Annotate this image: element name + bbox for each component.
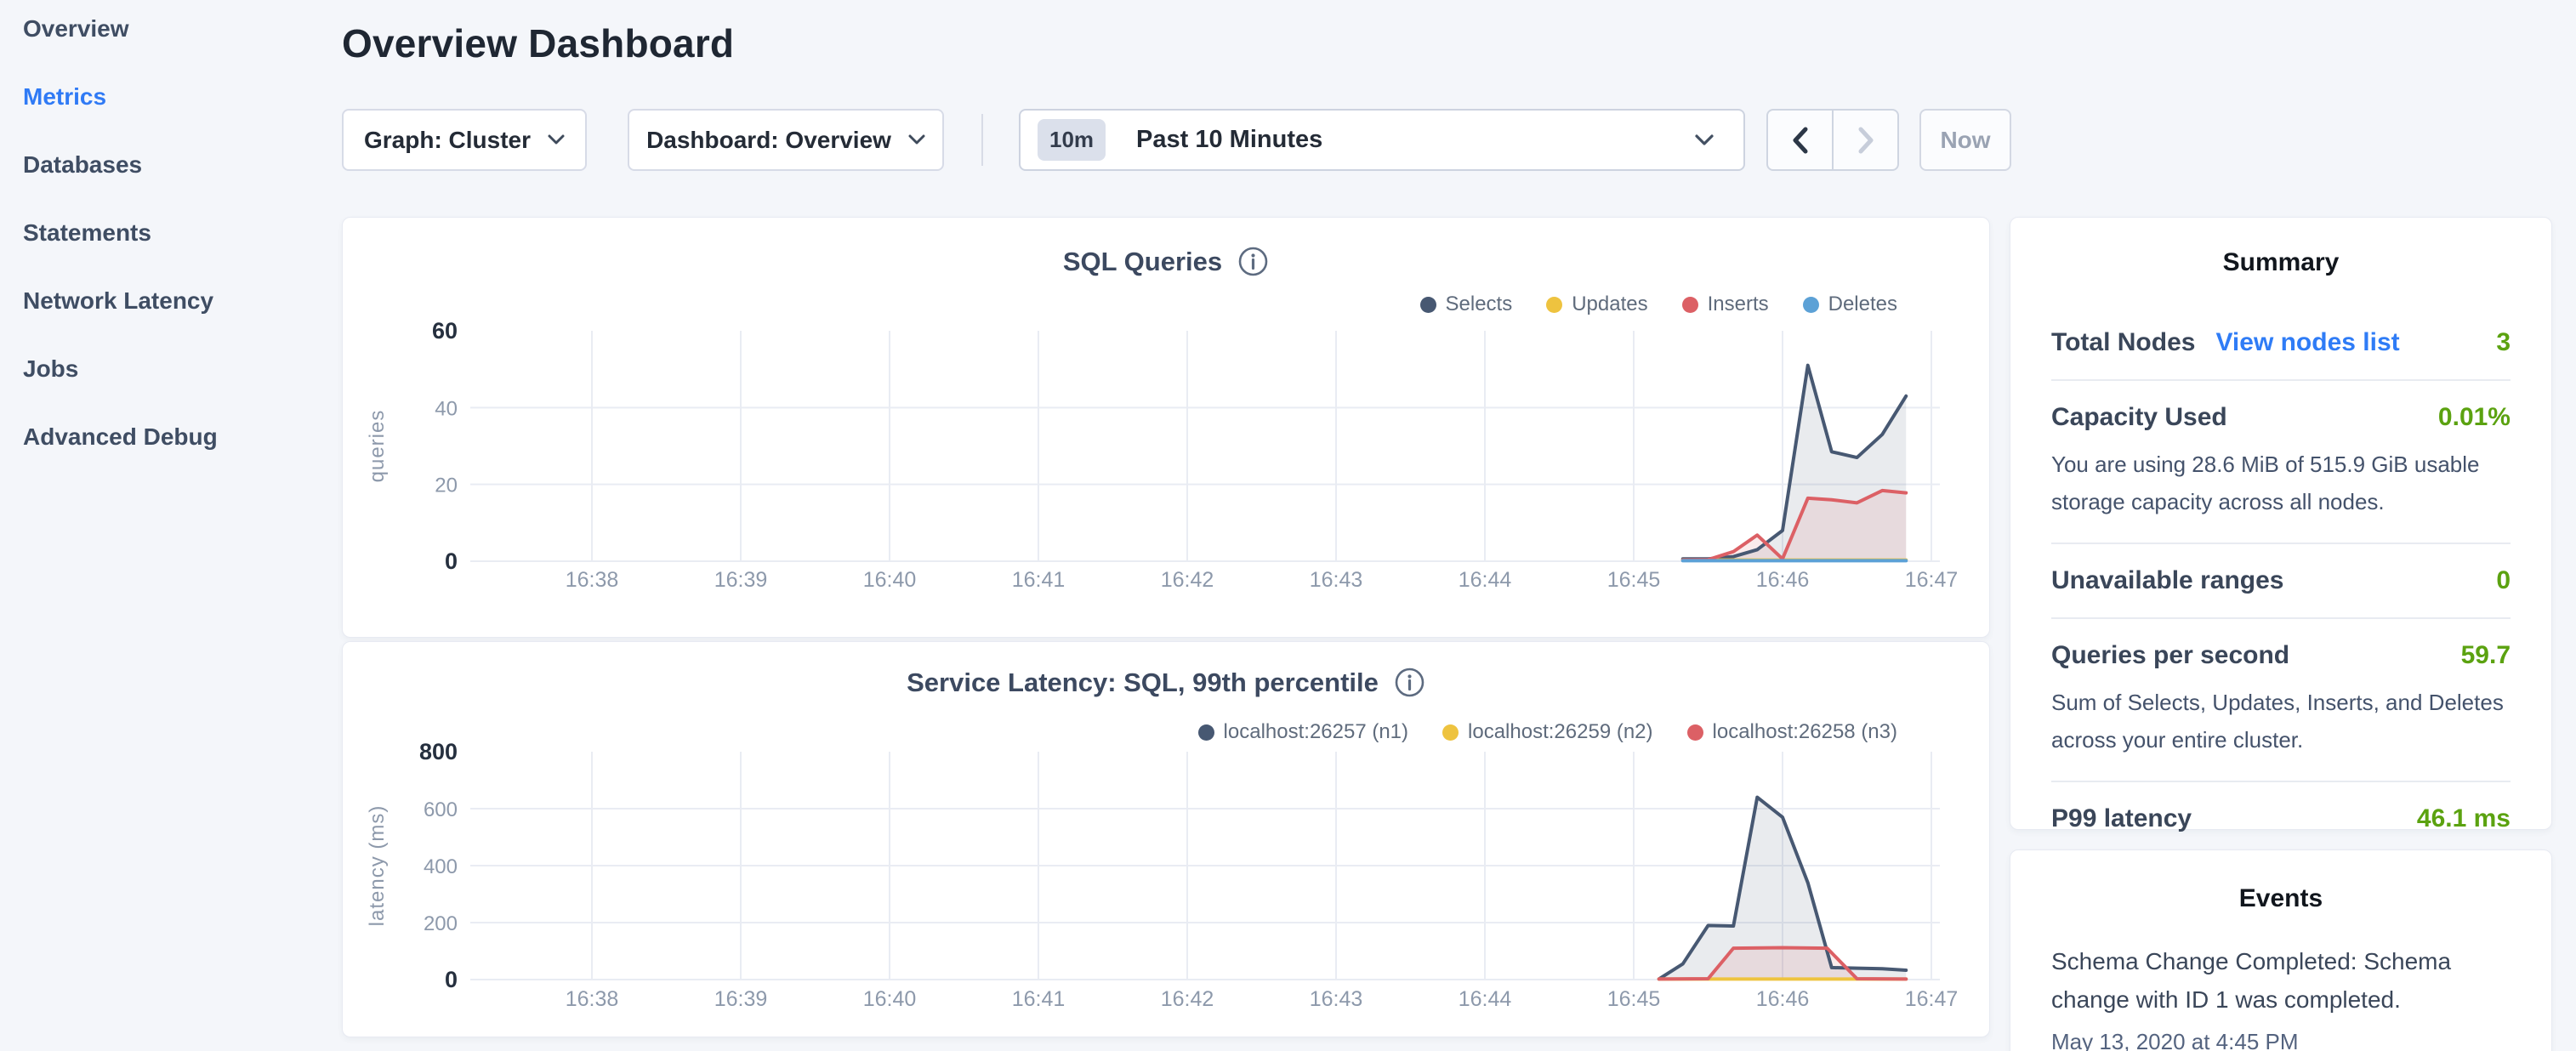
events-panel: Events Schema Change Completed: Schema c… xyxy=(2010,849,2552,1051)
sidebar: OverviewMetricsDatabasesStatementsNetwor… xyxy=(0,0,340,471)
svg-text:200: 200 xyxy=(424,912,458,935)
sidebar-item-overview[interactable]: Overview xyxy=(0,0,340,63)
summary-row-p99: P99 latency 46.1 ms xyxy=(2051,782,2511,855)
svg-text:queries: queries xyxy=(366,410,389,483)
now-button[interactable]: Now xyxy=(1919,109,2011,171)
svg-text:16:41: 16:41 xyxy=(1012,568,1066,592)
time-next-button[interactable] xyxy=(1832,111,1897,169)
svg-text:20: 20 xyxy=(435,474,458,497)
svg-text:16:46: 16:46 xyxy=(1756,987,1810,1011)
capacity-used-value: 0.01% xyxy=(2438,403,2511,432)
chevron-right-icon xyxy=(1857,126,1875,155)
svg-text:0: 0 xyxy=(445,967,458,992)
svg-text:16:38: 16:38 xyxy=(566,987,619,1011)
svg-text:800: 800 xyxy=(419,739,458,764)
svg-text:16:40: 16:40 xyxy=(863,987,917,1011)
time-range-badge: 10m xyxy=(1038,119,1106,161)
svg-text:16:40: 16:40 xyxy=(863,568,917,592)
summary-panel: Summary Total Nodes View nodes list 3 Ca… xyxy=(2010,217,2552,830)
sidebar-item-databases[interactable]: Databases xyxy=(0,131,340,199)
chevron-down-icon xyxy=(548,134,565,145)
time-range-dropdown[interactable]: 10m Past 10 Minutes xyxy=(1019,109,1745,171)
svg-text:16:44: 16:44 xyxy=(1459,987,1512,1011)
svg-text:600: 600 xyxy=(424,798,458,821)
toolbar-divider xyxy=(981,114,983,166)
summary-row-total-nodes: Total Nodes View nodes list 3 xyxy=(2051,306,2511,381)
summary-title: Summary xyxy=(2051,248,2511,277)
sidebar-item-statements[interactable]: Statements xyxy=(0,199,340,267)
svg-text:16:44: 16:44 xyxy=(1459,568,1512,592)
service-latency-chart[interactable]: 16:38 16:39 16:40 16:41 16:42 16:43 16:44 16:45… xyxy=(343,642,1991,1038)
svg-text:16:47: 16:47 xyxy=(1905,568,1959,592)
p99-latency-label: P99 latency xyxy=(2051,804,2192,833)
view-nodes-list-link[interactable]: View nodes list xyxy=(2215,328,2399,357)
page-title: Overview Dashboard xyxy=(342,20,734,66)
svg-text:16:39: 16:39 xyxy=(714,568,768,592)
chevron-down-icon xyxy=(1694,134,1714,146)
db-console-metrics-page: OverviewMetricsDatabasesStatementsNetwor… xyxy=(0,0,2576,1051)
svg-text:16:43: 16:43 xyxy=(1310,987,1363,1011)
svg-text:0: 0 xyxy=(445,548,458,574)
qps-label: Queries per second xyxy=(2051,641,2289,670)
svg-text:16:42: 16:42 xyxy=(1161,568,1214,592)
svg-text:16:41: 16:41 xyxy=(1012,987,1066,1011)
chevron-left-icon xyxy=(1791,126,1810,155)
svg-text:16:47: 16:47 xyxy=(1905,987,1959,1011)
capacity-used-label: Capacity Used xyxy=(2051,403,2227,432)
svg-text:16:39: 16:39 xyxy=(714,987,768,1011)
event-timestamp: May 13, 2020 at 4:45 PM xyxy=(2051,1029,2511,1051)
service-latency-card: Service Latency: SQL, 99th percentile lo… xyxy=(342,641,1990,1037)
graph-dropdown[interactable]: Graph: Cluster xyxy=(342,109,587,171)
unavailable-ranges-value: 0 xyxy=(2496,566,2511,595)
dashboard-dropdown[interactable]: Dashboard: Overview xyxy=(628,109,944,171)
total-nodes-label: Total Nodes xyxy=(2051,328,2195,357)
svg-text:400: 400 xyxy=(424,855,458,878)
capacity-used-description: You are using 28.6 MiB of 515.9 GiB usab… xyxy=(2051,446,2511,520)
unavailable-ranges-label: Unavailable ranges xyxy=(2051,566,2283,595)
qps-value: 59.7 xyxy=(2461,641,2511,670)
sql-queries-chart[interactable]: 16:38 16:39 16:40 16:41 16:42 16:43 16:44 16:45… xyxy=(343,218,1991,639)
svg-text:16:45: 16:45 xyxy=(1607,568,1661,592)
graph-dropdown-label: Graph: Cluster xyxy=(364,127,531,154)
summary-row-capacity: Capacity Used 0.01% You are using 28.6 M… xyxy=(2051,381,2511,544)
chevron-down-icon xyxy=(908,134,925,145)
time-prev-button[interactable] xyxy=(1768,111,1832,169)
events-title: Events xyxy=(2051,884,2511,913)
svg-text:16:45: 16:45 xyxy=(1607,987,1661,1011)
summary-row-qps: Queries per second 59.7 Sum of Selects, … xyxy=(2051,619,2511,782)
qps-description: Sum of Selects, Updates, Inserts, and De… xyxy=(2051,684,2511,758)
svg-text:latency (ms): latency (ms) xyxy=(366,805,389,927)
sidebar-item-network-latency[interactable]: Network Latency xyxy=(0,267,340,335)
svg-text:40: 40 xyxy=(435,397,458,420)
svg-text:16:43: 16:43 xyxy=(1310,568,1363,592)
svg-text:60: 60 xyxy=(432,318,458,344)
dashboard-dropdown-label: Dashboard: Overview xyxy=(646,127,891,154)
sidebar-item-metrics[interactable]: Metrics xyxy=(0,63,340,131)
summary-row-unavailable-ranges: Unavailable ranges 0 xyxy=(2051,544,2511,619)
sql-queries-card: SQL Queries SelectsUpdatesInsertsDeletes… xyxy=(342,217,1990,638)
event-message: Schema Change Completed: Schema change w… xyxy=(2051,942,2511,1019)
p99-latency-value: 46.1 ms xyxy=(2417,804,2511,833)
time-window-nav xyxy=(1766,109,1899,171)
svg-text:16:46: 16:46 xyxy=(1756,568,1810,592)
event-list-item[interactable]: Schema Change Completed: Schema change w… xyxy=(2051,942,2511,1051)
sidebar-item-advanced-debug[interactable]: Advanced Debug xyxy=(0,403,340,471)
svg-text:16:38: 16:38 xyxy=(566,568,619,592)
time-range-label: Past 10 Minutes xyxy=(1136,126,1322,154)
sidebar-item-jobs[interactable]: Jobs xyxy=(0,335,340,403)
svg-text:16:42: 16:42 xyxy=(1161,987,1214,1011)
total-nodes-value: 3 xyxy=(2496,328,2511,357)
